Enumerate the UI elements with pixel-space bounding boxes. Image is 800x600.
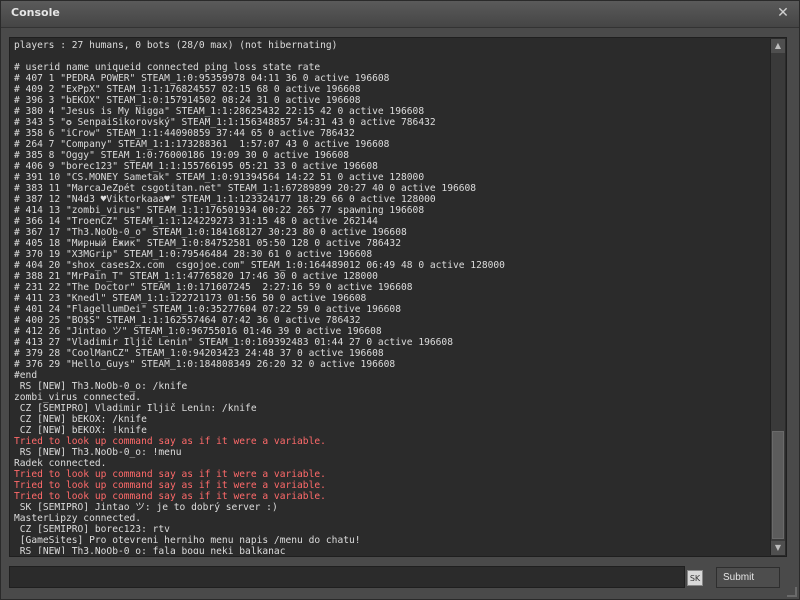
console-line: # 414 13 "zombi_virus" STEAM_1:1:1765019…: [14, 205, 425, 216]
console-line: # 379 28 "CoolManCZ" STEAM_1:0:94203423 …: [14, 348, 384, 359]
console-line: # 383 11 "MarcaJeZpét csgotitan.net" STE…: [14, 183, 477, 194]
command-input[interactable]: [12, 568, 684, 588]
console-line: zombi_virus connected.: [14, 392, 142, 403]
console-line: players : 27 humans, 0 bots (28/0 max) (…: [14, 40, 338, 51]
console-line: #end: [14, 370, 38, 381]
console-output[interactable]: players : 27 humans, 0 bots (28/0 max) (…: [9, 37, 787, 557]
scroll-up-icon[interactable]: ▲: [771, 39, 785, 53]
console-line: # 412 26 "Jintao ツ" STEAM_1:0:96755016 0…: [14, 326, 382, 337]
console-line: # 405 18 "Мирный Ёжик" STEAM_1:0:8475258…: [14, 238, 401, 249]
console-line: # 400 25 "BO$S" STEAM_1:1:162557464 07:4…: [14, 315, 361, 326]
console-window: Console ✕ players : 27 humans, 0 bots (2…: [0, 0, 800, 600]
close-icon[interactable]: ✕: [775, 5, 791, 21]
console-line: RS [NEW] Th3.NoOb-0_o: !menu: [14, 447, 182, 458]
console-error-line: Tried to look up command say as if it we…: [14, 469, 326, 480]
console-line: # 396 3 "bEKOX" STEAM_1:0:157914502 08:2…: [14, 95, 361, 106]
submit-button[interactable]: Submit: [716, 567, 780, 588]
console-line: # 385 8 "Oggy" STEAM_1:0:76000186 19:09 …: [14, 150, 350, 161]
scrollbar-thumb[interactable]: [772, 431, 784, 539]
console-line: # 413 27 "Vladimir Iljič Lenin" STEAM_1:…: [14, 337, 453, 348]
console-line: CZ [SEMIPRO] borec123: rtv: [14, 524, 170, 535]
console-line: RS [NEW] Th3.NoOb-0_o: fala bogu neki ba…: [14, 546, 286, 554]
language-badge: SK: [687, 570, 703, 586]
scroll-down-icon[interactable]: ▼: [771, 541, 785, 555]
console-line: MasterLipzy connected.: [14, 513, 142, 524]
console-line: # 401 24 "FlagellumDei" STEAM_1:0:352776…: [14, 304, 401, 315]
console-line: # 370 19 "X3MGrip" STEAM_1:0:79546484 28…: [14, 249, 373, 260]
console-line: CZ [NEW] bEKOX: /knife: [14, 414, 147, 425]
console-line: RS [NEW] Th3.NoOb-0_o: /knife: [14, 381, 188, 392]
console-line: # 411 23 "Knedl" STEAM_1:1:122721173 01:…: [14, 293, 367, 304]
vertical-scrollbar[interactable]: ▲ ▼: [770, 39, 785, 555]
console-line: Radek connected.: [14, 458, 107, 469]
console-line: # 343 5 "✪ SenpaiSikorovský" STEAM_1:1:1…: [14, 117, 436, 128]
console-error-line: Tried to look up command say as if it we…: [14, 480, 326, 491]
console-error-line: Tried to look up command say as if it we…: [14, 491, 326, 502]
console-line: # 367 17 "Th3.NoOb-0_o" STEAM_1:0:184168…: [14, 227, 407, 238]
console-line: # 358 6 "iCrow" STEAM_1:1:44090859 37:44…: [14, 128, 355, 139]
console-line: # 380 4 "Jesus is My Nigga" STEAM_1:1:28…: [14, 106, 425, 117]
console-error-line: Tried to look up command say as if it we…: [14, 436, 326, 447]
console-line: # 407 1 "PEDRA POWER" STEAM_1:0:95359978…: [14, 73, 390, 84]
resize-grip-icon[interactable]: [787, 587, 797, 597]
console-line: # 366 14 "TroenCZ" STEAM_1:1:124229273 3…: [14, 216, 378, 227]
console-line: # 404 20 "shox_cases2x.com csgojoe.com" …: [14, 260, 505, 271]
title-bar[interactable]: Console ✕: [1, 1, 799, 28]
console-log: players : 27 humans, 0 bots (28/0 max) (…: [14, 40, 766, 554]
console-line: # 391 10 "CS.MONEY Sametak" STEAM_1:0:91…: [14, 172, 425, 183]
console-line: CZ [SEMIPRO] Vladimir Iljič Lenin: /knif…: [14, 403, 257, 414]
console-line: # 387 12 "N4d3 ♥Viktorkaaa♥" STEAM_1:1:1…: [14, 194, 436, 205]
console-line: SK [SEMIPRO] Jintao ツ: je to dobrý serve…: [14, 502, 278, 513]
command-input-box: [9, 566, 685, 588]
console-line: [GameSites] Pro otevreni herniho menu na…: [14, 535, 361, 546]
console-line: # 388 21 "MrPain_T" STEAM_1:1:47765820 1…: [14, 271, 378, 282]
console-line: CZ [NEW] bEKOX: !knife: [14, 425, 147, 436]
window-title: Console: [11, 6, 60, 19]
console-line: # 264 7 "Company" STEAM_1:1:173288361 1:…: [14, 139, 390, 150]
console-line: # 376 29 "Hello_Guys" STEAM_1:0:18480834…: [14, 359, 396, 370]
console-line: # 231 22 "The Doctor" STEAM_1:0:17160724…: [14, 282, 413, 293]
console-line: # 406 9 "borec123" STEAM_1:1:155766195 0…: [14, 161, 378, 172]
console-line: # 409 2 "ExPpX" STEAM_1:1:176824557 02:1…: [14, 84, 361, 95]
console-line: # userid name uniqueid connected ping lo…: [14, 62, 321, 73]
